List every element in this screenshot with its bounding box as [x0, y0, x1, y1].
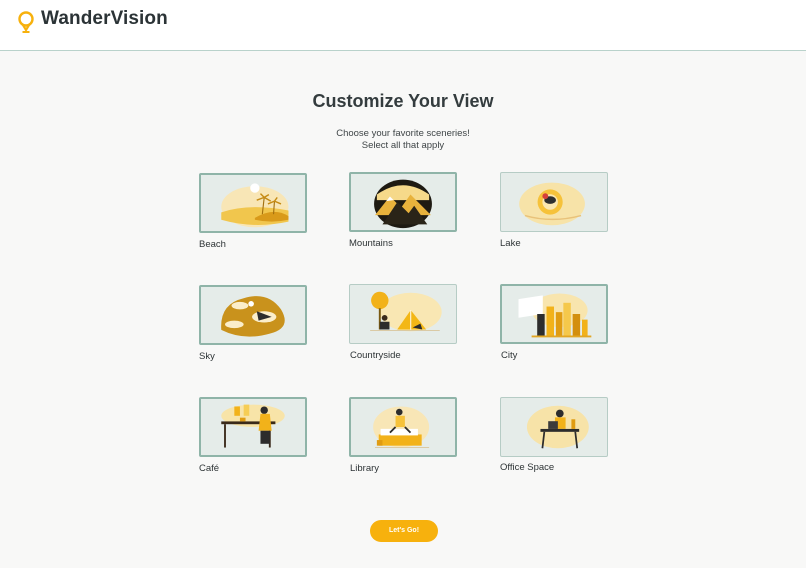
scenery-label-beach: Beach [199, 239, 226, 250]
page-subtitle: Choose your favorite sceneries! [336, 128, 470, 139]
scenery-label-city: City [501, 350, 518, 361]
page-title: Customize Your View [312, 91, 494, 111]
scenery-tile-countryside[interactable] [349, 284, 457, 344]
scenery-label-office-space: Office Space [500, 462, 555, 473]
lets-go-button[interactable]: Let's Go! [370, 520, 438, 542]
lightbulb-pin-icon [18, 11, 34, 33]
countryside-illustration [370, 291, 442, 332]
scenery-tile-office-space[interactable] [500, 397, 608, 457]
scenery-tile-lake[interactable] [500, 172, 608, 232]
cafe-illustration [221, 404, 285, 448]
library-illustration [373, 406, 430, 448]
sky-illustration [221, 296, 285, 337]
mountains-illustration [374, 179, 432, 229]
top-header: WanderVision [0, 0, 806, 51]
scenery-tile-library[interactable] [349, 397, 457, 457]
scenery-tile-cafe[interactable] [199, 397, 307, 457]
beach-illustration [221, 183, 289, 228]
lake-illustration [519, 182, 585, 226]
scenery-tile-mountains[interactable] [349, 172, 457, 232]
scenery-label-mountains: Mountains [349, 238, 393, 249]
scenery-label-countryside: Countryside [350, 350, 401, 361]
brand-name[interactable]: WanderVision [41, 8, 168, 30]
scenery-label-cafe: Café [199, 463, 220, 474]
scenery-label-sky: Sky [199, 351, 215, 362]
page-instruction: Select all that apply [361, 140, 445, 151]
office-space-illustration [526, 405, 589, 449]
scenery-label-library: Library [350, 463, 380, 474]
scenery-tile-city[interactable] [500, 284, 608, 344]
city-illustration [518, 293, 592, 338]
scenery-tile-sky[interactable] [199, 285, 307, 345]
scenery-label-lake: Lake [500, 238, 521, 249]
scenery-tile-beach[interactable] [199, 173, 307, 233]
